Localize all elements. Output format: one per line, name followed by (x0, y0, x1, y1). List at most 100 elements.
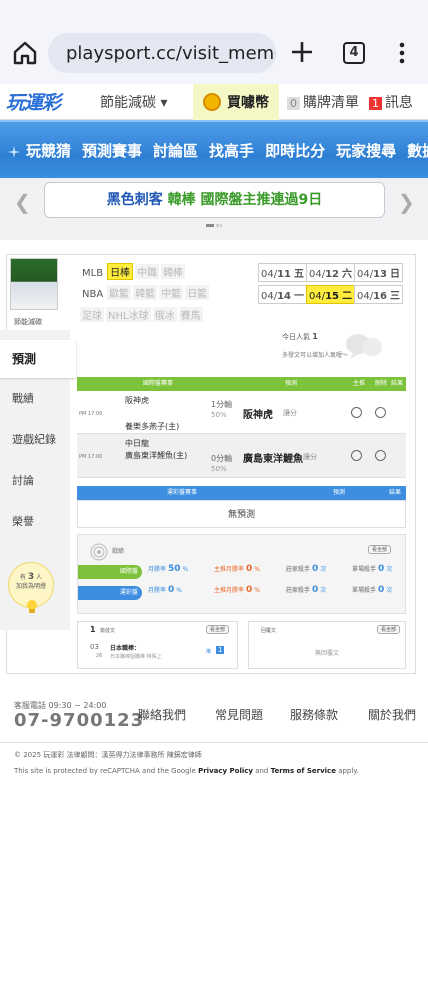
sidebar-item-game-log[interactable]: 遊戲紀錄 (0, 419, 70, 461)
date-weekday: 五 (294, 269, 305, 280)
sidebar-item-predict[interactable]: 預測 (0, 340, 76, 378)
chevron-right-icon[interactable]: ❯ (398, 190, 415, 214)
league-tab[interactable]: 足球 (80, 307, 104, 322)
stat-main: 主推月勝率 0% (214, 564, 260, 574)
match-time: PM 17:00 (79, 411, 103, 417)
delete-radio[interactable] (375, 450, 386, 461)
follower-unit: 人 (36, 574, 43, 581)
stat-label: 莊家殺手 (286, 587, 311, 594)
date-tab[interactable]: 04/11 五 (258, 263, 308, 282)
cart-button[interactable]: 0 購牌清單 (287, 92, 359, 112)
league-tab[interactable]: 歐籃 (107, 285, 132, 300)
stat-kill: 莊家殺手 0 次 (286, 564, 326, 574)
intl-header-result: 結果 (391, 380, 404, 387)
stat-unit: 次 (386, 566, 393, 573)
date-tab[interactable]: 04/15 二 (306, 285, 356, 304)
intl-table-header: 國際盤賽事 預測 主推 刪除 結果 (77, 377, 406, 391)
sidebar-item-honor[interactable]: 榮譽 (0, 501, 70, 543)
sidebar-item-discuss[interactable]: 討論 (0, 460, 70, 502)
post-push-label: 推 (206, 649, 212, 655)
date-weekday: 日 (390, 269, 401, 280)
nav-item-player-search[interactable]: 玩家搜尋 (336, 142, 396, 160)
footer-about-link[interactable]: 關於我們 (368, 706, 416, 723)
coins-button[interactable]: 買噱幣 (193, 84, 279, 120)
nav-item-forum[interactable]: 討論區 (153, 142, 198, 160)
pick-team[interactable]: 阪神虎 (243, 406, 273, 421)
league-tab[interactable]: NBA (80, 289, 105, 300)
stat-value: 0 (378, 564, 385, 574)
league-tab[interactable]: 賽馬 (178, 307, 203, 322)
posts-box: 1 篇發文 看全部 03 26 日本職棒： 日本職棒個職棒 特殊上 推 1 (77, 621, 238, 669)
nav-item-data[interactable]: 數據 (407, 142, 428, 160)
pick-team[interactable]: 廣島東洋鯉魚 (243, 450, 303, 465)
nav-item-quiz[interactable]: 玩競猜 (26, 142, 71, 160)
follower-count: 3 (27, 572, 35, 582)
league-tab[interactable]: NHL冰球 (106, 307, 151, 322)
post-title[interactable]: 日本職棒： (110, 643, 140, 652)
league-tab[interactable]: 中職 (135, 264, 160, 279)
date-month: 04/ (261, 269, 278, 280)
recaptcha-text: This site is protected by reCAPTCHA and … (14, 767, 196, 775)
date-tab[interactable]: 04/13 日 (354, 263, 404, 282)
league-tab[interactable]: MLB (80, 268, 105, 279)
main-pick-radio[interactable] (351, 407, 362, 418)
user-menu[interactable]: 節能減碳 ▾ (100, 92, 167, 112)
banner-link[interactable]: 黑色刺客 韓棒 國際盤主推連過9日 (44, 182, 385, 218)
nav-item-predict[interactable]: 預測賽事 (82, 142, 142, 160)
today-popularity-value: 1 (312, 332, 318, 341)
messages-button[interactable]: 1 訊息 (369, 92, 413, 112)
home-icon[interactable] (12, 40, 38, 66)
stat-kill: 莊家殺手 0 次 (286, 585, 326, 595)
avatar[interactable] (10, 258, 58, 310)
sidebar-item-record[interactable]: 戰績 (0, 378, 70, 420)
main-nav: 玩競猜預測賽事討論區找高手即時比分玩家搜尋數據 (0, 120, 428, 178)
tab-switcher-button[interactable]: 4 (343, 42, 365, 64)
league-tab[interactable]: 中籃 (159, 285, 184, 300)
league-tab[interactable]: 俄冰 (152, 307, 177, 322)
league-tab[interactable]: 韓籃 (133, 285, 158, 300)
support-phone[interactable]: 07-9700123 (14, 710, 144, 731)
league-tab[interactable]: 日棒 (107, 263, 134, 280)
date-tab[interactable]: 04/12 六 (306, 263, 356, 282)
date-tab[interactable]: 04/14 一 (258, 285, 308, 304)
footer-terms-link[interactable]: 服務條款 (290, 706, 338, 723)
stat-label: 單場殺手 (352, 566, 377, 573)
posts-view-all-button[interactable]: 看全部 (206, 625, 230, 634)
stat-main: 主推月勝率 0% (214, 585, 260, 595)
follower-caption: 加我為明燈 (15, 583, 46, 590)
intl-header-pick: 預測 (285, 380, 298, 387)
replies-view-all-button[interactable]: 看全部 (377, 625, 401, 634)
delete-radio[interactable] (375, 407, 386, 418)
chevron-left-icon[interactable]: ❮ (14, 190, 31, 214)
main-pick-radio[interactable] (351, 450, 362, 461)
stat-unit: % (254, 587, 260, 594)
stats-view-all-button[interactable]: 看全部 (368, 545, 392, 554)
new-tab-icon[interactable] (290, 40, 314, 64)
league-row-2: NBA 歐籃 韓籃 中籃 日籃 (80, 285, 211, 300)
banner-author: 黑色刺客 (106, 192, 163, 208)
address-bar[interactable]: playsport.cc/visit_membe (48, 33, 276, 73)
footer-contact-link[interactable]: 聯絡我們 (138, 706, 186, 723)
terms-of-service-link[interactable]: Terms of Service (271, 767, 336, 775)
recaptcha-apply: apply. (338, 767, 359, 775)
date-tab[interactable]: 04/16 三 (354, 285, 404, 304)
more-menu-icon[interactable] (398, 42, 406, 64)
privacy-policy-link[interactable]: Privacy Policy (198, 767, 253, 775)
league-tab[interactable]: 韓棒 (161, 264, 186, 279)
date-day: 13 (373, 269, 388, 280)
stat-label: 單場殺手 (352, 587, 377, 594)
site-logo[interactable]: 玩運彩 (6, 88, 68, 114)
carousel-dots (206, 224, 222, 227)
nav-item-live-score[interactable]: 即時比分 (265, 142, 325, 160)
pick-type: 讓分 (283, 409, 297, 417)
empty-prediction: 無預測 (77, 500, 406, 528)
target-icon (90, 543, 108, 561)
team-home: 阪神虎 (125, 396, 149, 405)
intl-header-match: 國際盤賽事 (143, 380, 174, 387)
stat-unit: % (182, 566, 189, 573)
nav-item-experts[interactable]: 找高手 (209, 142, 254, 160)
banner-headline: 韓棒 國際盤主推連過9日 (167, 192, 323, 208)
footer-faq-link[interactable]: 常見問題 (215, 706, 263, 723)
league-tab[interactable]: 日籃 (185, 285, 210, 300)
pick-type: 讓分 (303, 453, 317, 461)
